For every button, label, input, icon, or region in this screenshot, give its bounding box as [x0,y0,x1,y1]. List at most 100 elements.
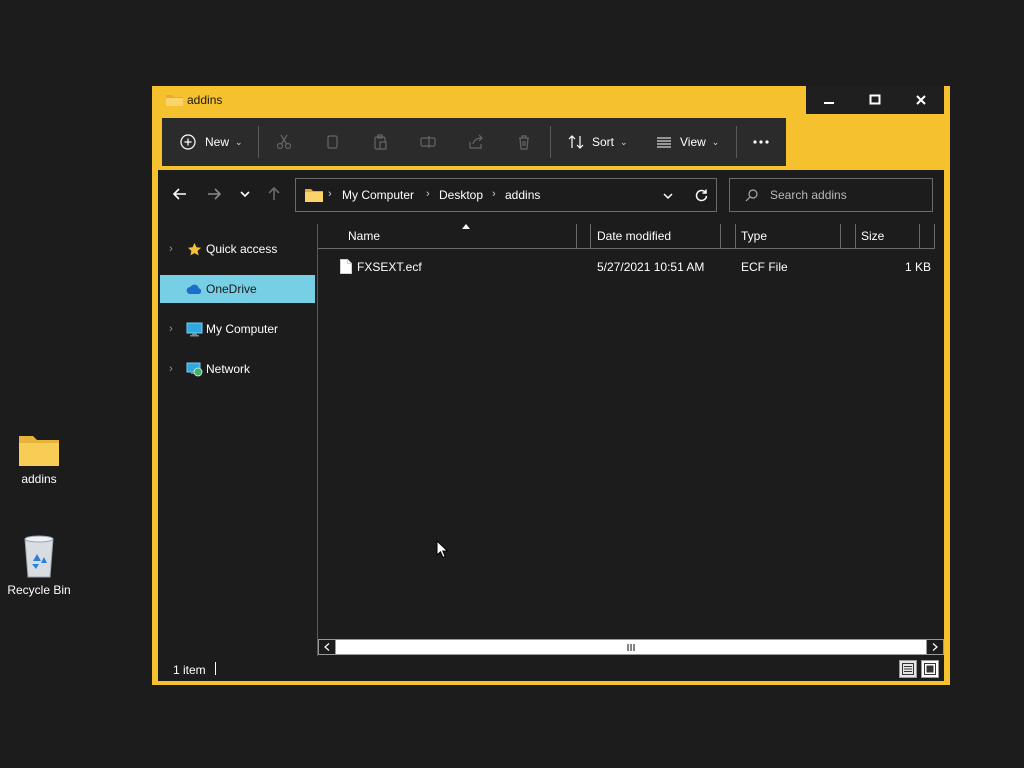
breadcrumb-desktop[interactable]: Desktop [439,188,483,202]
new-button[interactable]: New ⌄ [180,118,243,166]
column-divider[interactable] [720,224,721,248]
share-icon [469,134,483,149]
column-header-size[interactable]: Size [861,224,917,248]
status-divider [215,662,216,675]
delete-button[interactable] [516,118,532,166]
copy-icon [327,135,338,149]
nav-item-my-computer[interactable]: › My Computer [160,315,315,343]
nav-item-label: Quick access [206,242,278,256]
column-divider[interactable] [590,224,591,248]
desktop-icon-label: Recycle Bin [7,583,71,597]
column-divider[interactable] [934,224,935,248]
more-icon [753,140,769,144]
folder-icon [305,189,323,202]
window-title: addins [187,93,223,107]
chevron-down-icon [240,191,250,198]
mouse-cursor-icon [436,540,449,559]
chevron-down-icon: ⌄ [711,136,720,147]
network-icon [184,361,204,377]
delete-icon [519,135,529,150]
maximize-button[interactable] [852,86,898,114]
sort-icon [568,135,584,149]
breadcrumb-addins[interactable]: addins [505,188,540,202]
column-header-type[interactable]: Type [741,224,839,248]
nav-item-network[interactable]: › Network [160,355,315,383]
column-divider[interactable] [576,224,577,248]
folder-icon [166,95,183,106]
sort-label: Sort [592,135,615,149]
details-view-button[interactable] [899,660,917,678]
cut-button[interactable] [276,118,292,166]
arrow-right-icon [208,188,221,200]
recent-locations-button[interactable] [233,180,257,208]
desktop-icon-recycle-bin[interactable]: Recycle Bin [1,535,77,597]
column-divider[interactable] [855,224,856,248]
item-count: 1 item [173,663,206,677]
search-input[interactable] [768,187,922,203]
column-divider[interactable] [919,224,920,248]
horizontal-scrollbar[interactable] [318,639,944,655]
chevron-right-icon[interactable]: › [164,323,178,335]
star-icon [184,241,204,257]
view-button[interactable]: View ⌄ [656,118,719,166]
new-label: New [205,135,230,149]
scroll-thumb[interactable] [336,640,926,654]
up-button[interactable] [262,180,286,208]
refresh-icon[interactable] [695,189,708,202]
large-icons-view-button[interactable] [921,660,939,678]
more-options-button[interactable] [752,118,770,166]
paste-button[interactable] [372,118,388,166]
cut-icon [276,134,292,150]
navigation-pane: › Quick access OneDrive › My Computer › [160,231,316,671]
title-bar[interactable]: addins [152,86,950,116]
file-icon [340,259,352,274]
cloud-icon [184,281,204,297]
nav-item-quick-access[interactable]: › Quick access [160,235,315,263]
column-divider[interactable] [840,224,841,248]
chevron-down-icon[interactable] [663,191,673,201]
chevron-right-icon[interactable]: › [164,363,178,375]
sort-ascending-icon [462,224,470,229]
close-button[interactable] [898,86,944,114]
scroll-left-button[interactable] [319,640,336,654]
rename-button[interactable] [420,118,436,166]
forward-button[interactable] [202,180,226,208]
table-row[interactable]: FXSEXT.ecf 5/27/2021 10:51 AM ECF File 1… [318,256,935,278]
file-name: FXSEXT.ecf [357,260,422,274]
column-header-label: Size [861,229,885,243]
minimize-button[interactable] [806,86,852,114]
copy-button[interactable] [324,118,340,166]
arrow-left-icon [173,188,186,200]
rename-icon [420,136,436,148]
file-date-modified: 5/27/2021 10:51 AM [597,260,705,274]
monitor-icon [184,321,204,337]
column-header-date-modified[interactable]: Date modified [597,224,719,248]
sort-button[interactable]: Sort ⌄ [568,118,628,166]
back-button[interactable] [168,180,192,208]
nav-item-onedrive[interactable]: OneDrive [160,275,315,303]
separator [550,126,551,158]
address-bar[interactable]: › My Computer › Desktop › addins [295,178,717,212]
view-icon [657,137,671,148]
share-button[interactable] [468,118,484,166]
column-header-label: Date modified [597,229,672,243]
chevron-down-icon: ⌄ [620,136,628,147]
grip-icon [627,643,635,651]
search-box[interactable] [729,178,933,212]
view-label: View [680,135,706,149]
close-icon [916,95,926,105]
maximize-icon [869,94,881,105]
column-header-label: Name [348,229,381,243]
minimize-icon [824,102,834,104]
chevron-right-icon[interactable]: › [164,243,178,255]
column-divider[interactable] [735,224,736,248]
recycle-bin-icon [24,535,54,578]
breadcrumb-my-computer[interactable]: My Computer [342,188,414,202]
separator [736,126,737,158]
file-type: ECF File [741,260,788,274]
file-explorer-window: addins New ⌄ Sort ⌄ View ⌄ › My Computer… [152,86,950,685]
folder-icon [19,436,59,466]
desktop-icon-addins[interactable]: addins [1,432,77,486]
scroll-right-button[interactable] [926,640,943,654]
chevron-down-icon: ⌄ [235,136,243,147]
